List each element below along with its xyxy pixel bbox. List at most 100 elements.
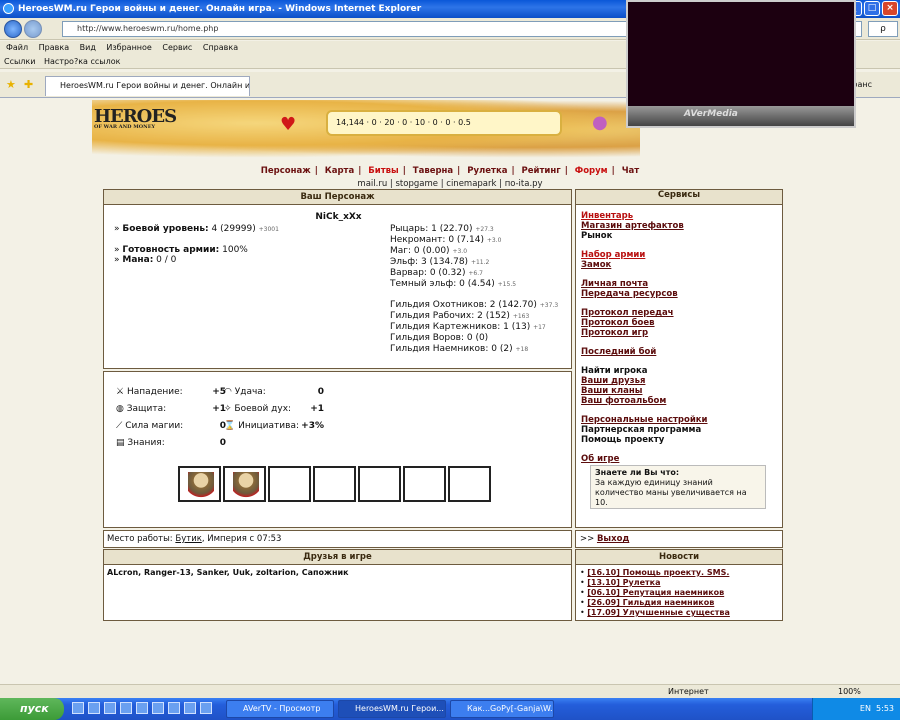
- search-icon[interactable]: ρ: [868, 21, 898, 37]
- stat-label: Защита:: [126, 404, 167, 414]
- quicklaunch-app-icon[interactable]: [120, 702, 132, 714]
- service-link[interactable]: Протокол передач: [581, 308, 777, 318]
- army-slot[interactable]: [448, 466, 491, 502]
- avermedia-video-window[interactable]: AVerMedia: [626, 0, 856, 128]
- faction-name: Некромант:: [390, 235, 446, 245]
- guild-value: 0 (2): [491, 344, 513, 354]
- service-link[interactable]: Личная почта: [581, 279, 777, 289]
- close-button[interactable]: ×: [882, 1, 898, 16]
- service-link[interactable]: Ваши кланы: [581, 386, 777, 396]
- army-slot[interactable]: [223, 466, 266, 502]
- language-indicator[interactable]: EN: [860, 704, 871, 713]
- service-link[interactable]: Магазин артефактов: [581, 221, 777, 231]
- menu-file[interactable]: Файл: [6, 43, 28, 52]
- stats-left: ⚔ Нападение: +5 ◍ Защита: +1 ⟋ Сила магии:…: [116, 384, 226, 452]
- partner-4[interactable]: по-ita.ру: [505, 179, 543, 189]
- service-link[interactable]: Передача ресурсов: [581, 289, 777, 299]
- news-panel: Новости • [16.10] Помощь проекту. SMS. •…: [575, 549, 783, 621]
- news-link[interactable]: [26.09] Гильдия наемников: [587, 598, 714, 607]
- menu-favorites[interactable]: Избранное: [106, 43, 151, 52]
- faction-value: 0 (0.00): [413, 246, 450, 256]
- news-link[interactable]: [06.10] Репутация наемников: [587, 588, 724, 597]
- zoom-level[interactable]: 100%: [838, 685, 861, 698]
- army-slot[interactable]: [313, 466, 356, 502]
- game-logo[interactable]: HEROES OF WAR AND MONEY: [94, 106, 177, 130]
- nav-battles[interactable]: Битвы: [368, 166, 398, 176]
- exit-link[interactable]: Выход: [597, 534, 629, 544]
- quicklaunch-app-icon[interactable]: [152, 702, 164, 714]
- stat-value: +3%: [301, 421, 324, 431]
- news-link[interactable]: [16.10] Помощь проекту. SMS.: [587, 568, 729, 577]
- faction-delta: +27.3: [475, 226, 494, 233]
- nav-character[interactable]: Персонаж: [261, 166, 311, 176]
- nav-roulette[interactable]: Рулетка: [467, 166, 507, 176]
- service-link[interactable]: Последний бой: [581, 347, 777, 357]
- army-slot[interactable]: [268, 466, 311, 502]
- service-link[interactable]: Персональные настройки: [581, 415, 777, 425]
- browser-tab[interactable]: HeroesWM.ru Герои войны и денег. Онлайн …: [45, 76, 250, 96]
- service-spacer: [581, 299, 777, 308]
- video-controls[interactable]: AVerMedia: [628, 106, 854, 126]
- quicklaunch-word-icon[interactable]: [104, 702, 116, 714]
- stat-label: Знания:: [127, 438, 165, 448]
- nav-rating[interactable]: Рейтинг: [522, 166, 561, 176]
- service-link[interactable]: Об игре: [581, 454, 777, 464]
- quicklaunch-app-icon[interactable]: [200, 702, 212, 714]
- guild-row: Гильдия Воров: 0 (0): [390, 333, 558, 344]
- work-place-link[interactable]: Бутик: [175, 534, 201, 544]
- partner-cinemapark[interactable]: cinemapark: [446, 179, 496, 189]
- menu-edit[interactable]: Правка: [39, 43, 69, 52]
- nav-forum[interactable]: Форум: [575, 166, 608, 176]
- task-heroeswm[interactable]: HeroesWM.ru Герои...: [338, 700, 446, 718]
- add-favorites-icon[interactable]: ✚: [24, 78, 33, 91]
- service-link[interactable]: Найти игрока: [581, 366, 777, 376]
- menu-view[interactable]: Вид: [80, 43, 96, 52]
- quicklaunch-desktop-icon[interactable]: [72, 702, 84, 714]
- service-link[interactable]: Инвентарь: [581, 211, 777, 221]
- service-link[interactable]: Протокол боев: [581, 318, 777, 328]
- quicklaunch-ie-icon[interactable]: [88, 702, 100, 714]
- quicklaunch-app-icon[interactable]: [184, 702, 196, 714]
- quicklaunch-app-icon[interactable]: [168, 702, 180, 714]
- task-avertv[interactable]: AVerTV - Просмотр: [226, 700, 334, 718]
- menu-help[interactable]: Справка: [203, 43, 238, 52]
- forward-button[interactable]: [24, 20, 42, 38]
- hourglass-icon: ⌛: [224, 421, 236, 431]
- task-other[interactable]: Как...GoPy[-Ganja\W...: [450, 700, 554, 718]
- start-button[interactable]: пуск: [0, 698, 64, 720]
- news-link[interactable]: [13.10] Рулетка: [587, 578, 660, 587]
- service-link[interactable]: Набор армии: [581, 250, 777, 260]
- nav-tavern[interactable]: Таверна: [413, 166, 453, 176]
- service-spacer: [581, 241, 777, 250]
- service-link[interactable]: Ваш фотоальбом: [581, 396, 777, 406]
- army-slot[interactable]: [178, 466, 221, 502]
- partner-mailru[interactable]: mail.ru: [357, 179, 387, 189]
- stat-value: +1: [310, 404, 324, 414]
- service-link[interactable]: Ваши друзья: [581, 376, 777, 386]
- army-slot[interactable]: [403, 466, 446, 502]
- faction-name: Темный эльф:: [390, 279, 457, 289]
- partner-stopgame[interactable]: stopgame: [396, 179, 438, 189]
- tip-text: За каждую единицу знаний количество маны…: [595, 478, 747, 507]
- news-link[interactable]: [17.09] Улучшенные существа: [587, 608, 730, 617]
- links-item[interactable]: Настро?ка ссылок: [44, 57, 120, 66]
- menu-tools[interactable]: Сервис: [162, 43, 192, 52]
- service-link[interactable]: Помощь проекту: [581, 435, 777, 445]
- quicklaunch-app-icon[interactable]: [136, 702, 148, 714]
- nav-chat[interactable]: Чат: [622, 166, 640, 176]
- service-link[interactable]: Протокол игр: [581, 328, 777, 338]
- guild-value: 2 (142.70): [489, 300, 537, 310]
- back-button[interactable]: [4, 20, 22, 38]
- favorites-star-icon[interactable]: ★: [6, 78, 16, 91]
- army-slot[interactable]: [358, 466, 401, 502]
- news-item: • [17.09] Улучшенные существа: [580, 608, 730, 617]
- friends-list[interactable]: ALcron, Ranger-13, Sanker, Uuk, zoltario…: [104, 565, 571, 580]
- service-link[interactable]: Замок: [581, 260, 777, 270]
- service-link[interactable]: Рынок: [581, 231, 777, 241]
- guild-delta: +17: [533, 324, 546, 331]
- nav-map[interactable]: Карта: [325, 166, 354, 176]
- service-link[interactable]: Партнерская программа: [581, 425, 777, 435]
- news-item: • [16.10] Помощь проекту. SMS.: [580, 568, 730, 577]
- character-summary: » Боевой уровень: 4 (29999) +3001 » Гото…: [114, 224, 279, 265]
- maximize-button[interactable]: □: [864, 1, 880, 16]
